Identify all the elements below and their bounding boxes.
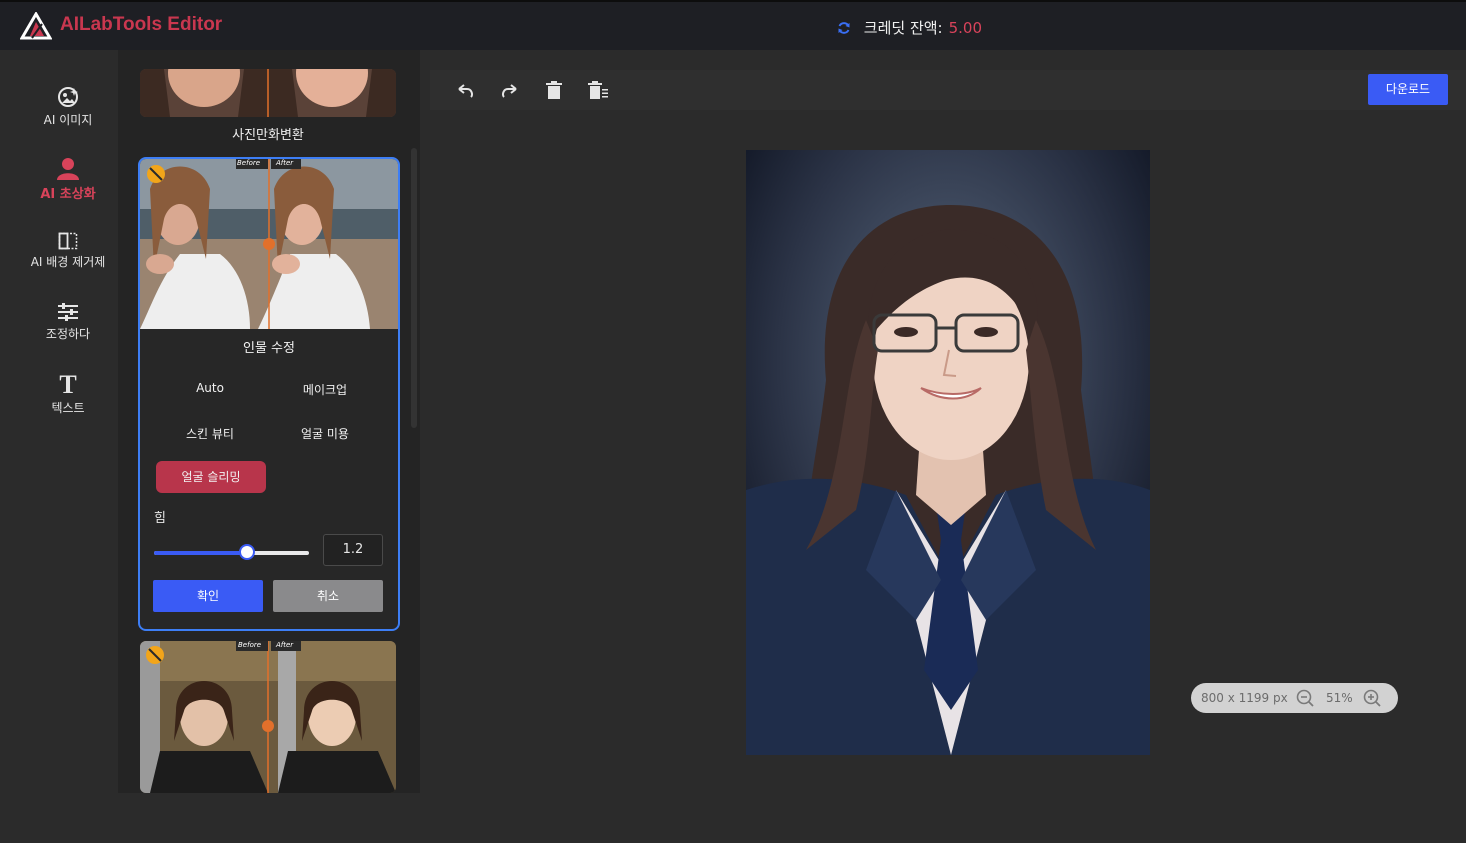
- download-button[interactable]: 다운로드: [1368, 74, 1448, 105]
- credit-label: 크레딧 잔액:: [863, 19, 943, 37]
- sidebar-item-label: 텍스트: [51, 401, 85, 415]
- option-makeup[interactable]: 메이크업: [270, 381, 380, 398]
- sidebar: AI 이미지 AI 초상화 AI 배경 제거제 조정하다 T 텍스트: [0, 50, 135, 843]
- sidebar-item-label: 조정하다: [45, 327, 91, 341]
- zoom-out-icon[interactable]: [1296, 689, 1314, 707]
- before-after-preview[interactable]: Before After: [140, 159, 398, 329]
- ailabtools-logo-icon: [20, 12, 52, 40]
- sidebar-item-ai-portrait[interactable]: AI 초상화: [14, 156, 122, 202]
- strength-slider[interactable]: [154, 544, 309, 562]
- sidebar-item-text[interactable]: T 텍스트: [14, 372, 122, 416]
- sidebar-item-ai-image[interactable]: AI 이미지: [14, 86, 122, 128]
- refresh-icon[interactable]: [837, 21, 851, 35]
- sidebar-item-label: AI 초상화: [40, 187, 96, 202]
- panel-scrollbar[interactable]: [411, 148, 417, 428]
- after-label: After: [276, 159, 294, 167]
- credit-balance: 크레딧 잔액: 5.00: [837, 17, 982, 38]
- image-dimensions: 800 x 1199 px: [1201, 691, 1288, 705]
- ai-image-icon: [58, 87, 78, 107]
- edited-portrait-image[interactable]: [746, 150, 1150, 755]
- slider-handle[interactable]: [239, 544, 255, 560]
- credit-value: 5.00: [948, 19, 983, 37]
- strength-label: 힘: [154, 511, 166, 526]
- template-panel: 사진만화변환 Before After 인물 수정 Auto 메이크업 스킨 뷰…: [118, 50, 420, 793]
- undo-icon[interactable]: [454, 80, 476, 102]
- sidebar-item-label: AI 배경 제거제: [30, 255, 106, 269]
- option-face-slimming[interactable]: 얼굴 슬리밍: [156, 461, 266, 493]
- sidebar-item-label: AI 이미지: [43, 113, 93, 127]
- delete-icon[interactable]: [543, 80, 565, 102]
- before-label: Before: [238, 641, 262, 649]
- brand-name: AILabTools Editor: [60, 14, 223, 35]
- background-remove-icon: [58, 232, 78, 250]
- sidebar-item-background-remove[interactable]: AI 배경 제거제: [14, 232, 122, 270]
- redo-icon[interactable]: [499, 80, 521, 102]
- svg-text:T: T: [59, 372, 76, 396]
- slider-fill: [154, 551, 247, 555]
- zoom-in-icon[interactable]: [1363, 689, 1381, 707]
- zoom-level: 51%: [1326, 691, 1353, 705]
- text-icon: T: [59, 372, 76, 396]
- confirm-button[interactable]: 확인: [153, 580, 263, 612]
- second-preview-image[interactable]: Before After: [140, 641, 396, 793]
- editor-toolbar: [430, 70, 1466, 110]
- strength-value-input[interactable]: 1.2: [323, 534, 383, 566]
- portrait-retouch-card: Before After 인물 수정 Auto 메이크업 스킨 뷰티 얼굴 미용…: [138, 157, 400, 631]
- portrait-icon: [57, 158, 79, 180]
- before-label: Before: [237, 159, 261, 167]
- cartoon-card-title: 사진만화변환: [232, 128, 304, 143]
- cancel-button[interactable]: 취소: [273, 580, 383, 612]
- option-face-beauty[interactable]: 얼굴 미용: [270, 425, 380, 442]
- top-bar: AILabTools Editor 크레딧 잔액: 5.00: [0, 0, 1466, 50]
- option-auto[interactable]: Auto: [155, 381, 265, 395]
- delete-all-icon[interactable]: [587, 80, 609, 102]
- sidebar-item-adjust[interactable]: 조정하다: [14, 302, 122, 342]
- sliders-icon: [58, 303, 78, 321]
- portrait-card-title: 인물 수정: [243, 341, 295, 356]
- after-label: After: [276, 641, 294, 649]
- option-skin-beauty[interactable]: 스킨 뷰티: [155, 425, 265, 442]
- cartoon-preview-image[interactable]: [140, 69, 396, 117]
- zoom-control: 800 x 1199 px 51%: [1191, 683, 1398, 713]
